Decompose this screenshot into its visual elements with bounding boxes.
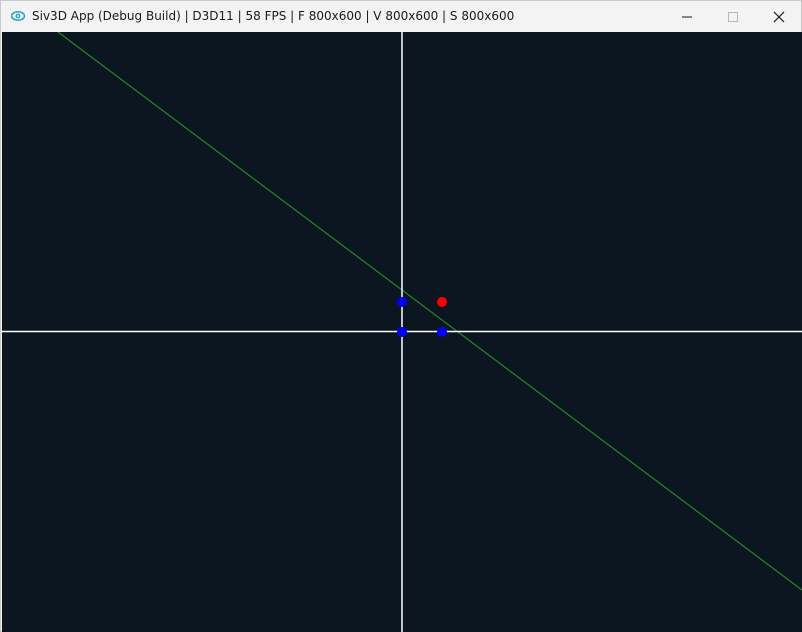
red-point — [437, 297, 447, 307]
title-bar[interactable]: Siv3D App (Debug Build) | D3D11 | 58 FPS… — [1, 1, 801, 32]
siv3d-eye-icon — [11, 11, 25, 21]
app-window: Siv3D App (Debug Build) | D3D11 | 58 FPS… — [0, 0, 802, 632]
blue-point-right — [437, 327, 447, 337]
close-icon — [773, 11, 785, 22]
close-button[interactable] — [756, 1, 802, 32]
scene-svg — [2, 32, 802, 632]
minimize-button[interactable] — [664, 1, 710, 32]
minimize-icon — [682, 16, 692, 17]
window-title: Siv3D App (Debug Build) | D3D11 | 58 FPS… — [32, 9, 515, 23]
render-canvas[interactable] — [2, 32, 802, 632]
blue-point-origin — [397, 327, 407, 337]
green-line — [57, 32, 802, 591]
blue-point-upper — [397, 297, 407, 307]
maximize-icon — [728, 11, 738, 22]
maximize-button[interactable] — [710, 1, 756, 32]
